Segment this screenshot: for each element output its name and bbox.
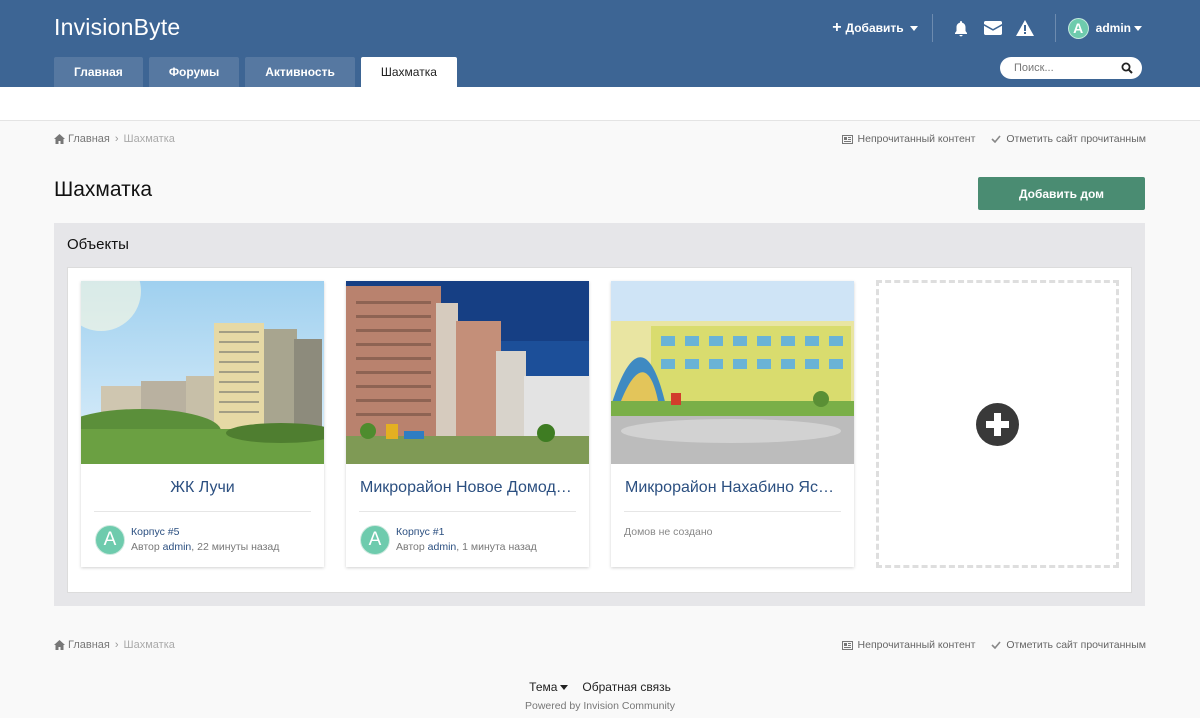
objects-grid: ЖК Лучи A Корпус #5 Автор admin, 22 мину… — [67, 267, 1132, 593]
main-nav: Главная Форумы Активность Шахматка — [54, 57, 463, 87]
page-title: Шахматка — [54, 178, 153, 201]
breadcrumb-current: Шахматка — [123, 639, 175, 651]
feedback-link[interactable]: Обратная связь — [582, 680, 670, 694]
breadcrumb-bottom: Главная › Шахматка — [54, 639, 175, 651]
footer-links: Тема Обратная связь — [0, 680, 1200, 694]
avatar[interactable]: A — [95, 525, 125, 555]
messages-envelope-icon[interactable] — [983, 18, 1003, 38]
unread-content-label: Непрочитанный контент — [857, 639, 976, 651]
caret-down-icon — [560, 684, 569, 690]
unread-content-label: Непрочитанный контент — [857, 133, 976, 145]
author-link[interactable]: admin — [163, 541, 192, 553]
object-card: Микрорайон Нахабино Ясное Домов не созда… — [611, 281, 854, 567]
user-name: admin — [1095, 21, 1131, 35]
newspaper-icon — [841, 134, 853, 144]
check-icon — [991, 135, 1002, 143]
mark-site-read-label: Отметить сайт прочитанным — [1006, 639, 1146, 651]
chevron-right-icon: › — [114, 639, 119, 651]
avatar: A — [1067, 17, 1089, 39]
chevron-right-icon: › — [114, 133, 119, 145]
latest-item-link[interactable]: Корпус #1 — [396, 525, 537, 540]
object-image[interactable] — [81, 281, 324, 464]
objects-section: Объекты ЖК Лучи A Корпус #5 Автор admin,… — [54, 223, 1145, 606]
home-icon — [54, 640, 65, 650]
mark-site-read-link[interactable]: Отметить сайт прочитанным — [991, 639, 1146, 651]
plus-circle-icon — [976, 402, 1019, 446]
unread-content-link[interactable]: Непрочитанный контент — [841, 639, 976, 651]
check-icon — [991, 641, 1002, 649]
theme-label: Тема — [529, 680, 558, 694]
caret-down-icon — [909, 25, 918, 31]
author-prefix: Автор — [396, 541, 425, 553]
tab-activity[interactable]: Активность — [245, 57, 355, 87]
create-menu-label: Добавить — [845, 21, 904, 35]
add-object-card[interactable] — [876, 280, 1119, 568]
breadcrumb-actions: Непрочитанный контент Отметить сайт проч… — [841, 133, 1146, 145]
object-image[interactable] — [611, 281, 854, 464]
breadcrumb-actions-bottom: Непрочитанный контент Отметить сайт проч… — [841, 639, 1146, 651]
add-house-button[interactable]: Добавить дом — [978, 177, 1145, 210]
meta-text: Корпус #5 Автор admin, 22 минуты назад — [131, 525, 279, 555]
create-menu-button[interactable]: + Добавить — [832, 19, 918, 36]
divider — [624, 511, 841, 512]
author-prefix: Автор — [131, 541, 160, 553]
object-title-link[interactable]: ЖК Лучи — [81, 479, 324, 497]
powered-by[interactable]: Powered by Invision Community — [0, 700, 1200, 712]
newspaper-icon — [841, 640, 853, 650]
reports-warning-icon[interactable] — [1015, 18, 1035, 38]
unread-content-link[interactable]: Непрочитанный контент — [841, 133, 976, 145]
user-bar: + Добавить A admin — [832, 14, 1142, 42]
user-menu[interactable]: A admin — [1067, 17, 1142, 39]
site-header: InvisionByte + Добавить A admin Главная … — [0, 0, 1200, 87]
home-icon — [54, 134, 65, 144]
object-meta: A Корпус #5 Автор admin, 22 минуты назад — [95, 525, 279, 555]
object-card: Микрорайон Новое Домодедово A Корпус #1 … — [346, 281, 589, 567]
divider — [1054, 14, 1056, 42]
breadcrumb-current: Шахматка — [123, 133, 175, 145]
section-title: Объекты — [67, 236, 129, 253]
empty-state-text: Домов не создано — [624, 526, 713, 538]
mark-site-read-link[interactable]: Отметить сайт прочитанным — [991, 133, 1146, 145]
breadcrumb: Главная › Шахматка — [54, 133, 175, 145]
tab-forums[interactable]: Форумы — [148, 57, 240, 87]
tab-chessboard[interactable]: Шахматка — [360, 57, 457, 87]
divider — [359, 511, 576, 512]
object-image[interactable] — [346, 281, 589, 464]
meta-text: Корпус #1 Автор admin, 1 минута назад — [396, 525, 537, 555]
time-ago: , 22 минуты назад — [191, 541, 280, 553]
object-title-link[interactable]: Микрорайон Нахабино Ясное — [611, 479, 854, 497]
time-ago: , 1 минута назад — [456, 541, 537, 553]
object-card: ЖК Лучи A Корпус #5 Автор admin, 22 мину… — [81, 281, 324, 567]
plus-icon: + — [832, 19, 842, 36]
notifications-bell-icon[interactable] — [951, 18, 971, 38]
breadcrumb-home[interactable]: Главная — [54, 133, 110, 145]
divider — [94, 511, 311, 512]
search-icon[interactable] — [1121, 62, 1133, 74]
search-input[interactable] — [1014, 62, 1114, 74]
theme-menu[interactable]: Тема — [529, 680, 569, 694]
breadcrumb-home[interactable]: Главная — [54, 639, 110, 651]
object-title-link[interactable]: Микрорайон Новое Домодедово — [346, 479, 589, 497]
breadcrumb-home-label: Главная — [68, 639, 110, 651]
caret-down-icon — [1134, 25, 1142, 31]
tab-home[interactable]: Главная — [54, 57, 143, 87]
latest-item-link[interactable]: Корпус #5 — [131, 525, 279, 540]
object-meta: A Корпус #1 Автор admin, 1 минута назад — [360, 525, 537, 555]
search-box — [1000, 57, 1142, 79]
secondary-nav-bar — [0, 87, 1200, 121]
avatar[interactable]: A — [360, 525, 390, 555]
mark-site-read-label: Отметить сайт прочитанным — [1006, 133, 1146, 145]
breadcrumb-home-label: Главная — [68, 133, 110, 145]
site-logo[interactable]: InvisionByte — [54, 14, 180, 41]
author-link[interactable]: admin — [428, 541, 457, 553]
divider — [931, 14, 933, 42]
